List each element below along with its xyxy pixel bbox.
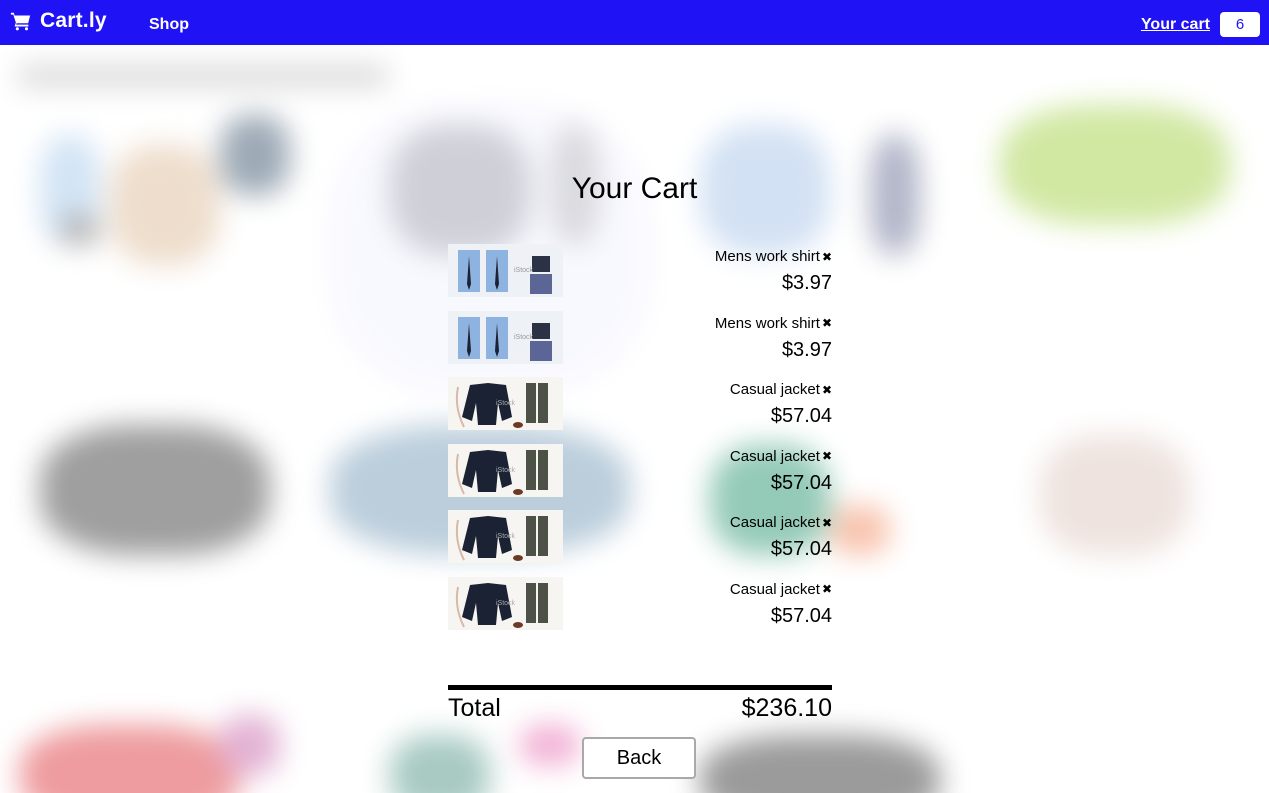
brand-name: Cart.ly [40, 9, 107, 32]
cart-item: iStock Casual jacket ✖ $57.04 [448, 576, 832, 630]
item-name-label: Mens work shirt [714, 248, 820, 265]
item-name: Mens work shirt ✖ [715, 315, 832, 332]
brand-logo[interactable]: Cart.ly [10, 9, 107, 33]
item-price: $57.04 [770, 538, 832, 560]
item-name: Casual jacket ✖ [730, 581, 832, 598]
total-value: $236.10 [741, 694, 832, 722]
item-name-label: Casual jacket [729, 381, 820, 398]
product-thumbnail-jacket: iStock [448, 443, 563, 497]
product-thumbnail-shirt: iStock [448, 310, 563, 364]
product-thumbnail-shirt: iStock [448, 244, 563, 297]
product-thumbnail-jacket: iStock [448, 510, 563, 563]
item-name-label: Mens work shirt [714, 314, 820, 332]
cart-item: iStock Mens work shirt ✖ $3.97 [448, 310, 832, 364]
item-name: Mens work shirt ✖ [715, 248, 832, 265]
product-thumbnail-jacket: iStock [448, 377, 563, 430]
svg-text:iStock: iStock [496, 467, 516, 474]
cart-item: iStock Casual jacket ✖ $57.04 [448, 443, 832, 497]
cart-item: iStock Mens work shirt ✖ $3.97 [448, 244, 832, 297]
remove-item-icon[interactable]: ✖ [822, 383, 832, 397]
cart-item: iStock Casual jacket ✖ $57.04 [448, 510, 832, 563]
cart-title: Your Cart [571, 172, 698, 205]
svg-text:iStock: iStock [496, 400, 516, 407]
remove-item-icon[interactable]: ✖ [822, 449, 832, 463]
nav-shop-link[interactable]: Shop [149, 16, 189, 34]
svg-text:iStock: iStock [514, 334, 534, 341]
item-price: $57.04 [770, 604, 832, 627]
top-nav-bar: Cart.ly Shop Your cart 6 [0, 0, 1269, 45]
item-name: Casual jacket ✖ [730, 381, 832, 398]
item-price: $3.97 [781, 338, 832, 361]
item-name-label: Casual jacket [729, 580, 820, 598]
total-divider [448, 685, 832, 690]
remove-item-icon[interactable]: ✖ [822, 516, 832, 530]
cart-item: iStock Casual jacket ✖ $57.04 [448, 377, 832, 430]
item-name: Casual jacket ✖ [730, 448, 832, 465]
item-price: $57.04 [770, 405, 832, 427]
item-price: $57.04 [770, 471, 832, 494]
shopping-cart-icon [10, 12, 31, 31]
item-name-label: Casual jacket [729, 514, 820, 531]
nav-your-cart-link[interactable]: Your cart [1141, 16, 1210, 34]
cart-count-badge[interactable]: 6 [1220, 12, 1260, 37]
back-button[interactable]: Back [582, 737, 696, 779]
remove-item-icon[interactable]: ✖ [822, 582, 832, 596]
remove-item-icon[interactable]: ✖ [822, 250, 832, 264]
svg-text:iStock: iStock [496, 600, 516, 607]
total-label: Total [448, 694, 501, 722]
svg-text:iStock: iStock [496, 533, 516, 540]
item-name: Casual jacket ✖ [730, 514, 832, 531]
product-thumbnail-jacket: iStock [448, 576, 563, 630]
svg-text:iStock: iStock [514, 267, 534, 274]
remove-item-icon[interactable]: ✖ [822, 316, 832, 330]
cart-item-list: iStock Mens work shirt ✖ $3.97 iStock Men… [448, 244, 832, 643]
item-name-label: Casual jacket [729, 447, 820, 465]
item-price: $3.97 [781, 272, 832, 294]
